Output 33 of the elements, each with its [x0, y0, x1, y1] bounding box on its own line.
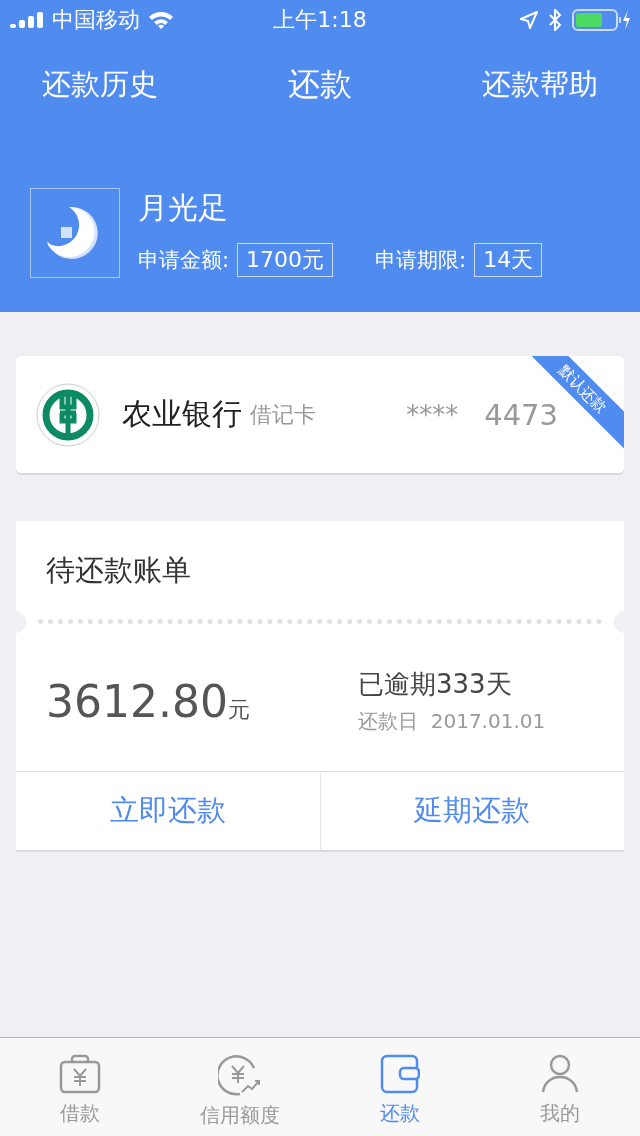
term-label: 申请期限: [375, 247, 467, 274]
amount-value: 1700元 [237, 243, 334, 277]
bank-logo [36, 382, 100, 447]
bluetooth-icon [548, 9, 562, 31]
bank-card[interactable]: 农业银行 借记卡 **** 4473 默认还款 [16, 356, 624, 473]
battery-icon [572, 8, 630, 32]
wifi-icon [148, 11, 174, 29]
bank-name: 农业银行 [122, 395, 242, 433]
yen-growth-icon [218, 1054, 262, 1096]
bill-amount: 3612.80元 [46, 675, 251, 727]
card-last-digits: 4473 [484, 397, 558, 432]
amount-label: 申请金额: [138, 247, 230, 274]
term-value: 14天 [474, 243, 543, 277]
signal-icon [10, 12, 44, 28]
carrier-name: 中国移动 [52, 6, 140, 34]
tab-item[interactable]: 我的 [480, 1038, 640, 1136]
page-title: 还款 [288, 64, 352, 105]
clock-time: 上午1:18 [273, 6, 367, 34]
bill-title: 待还款账单 [45, 552, 192, 589]
history-link[interactable]: 还款历史 [42, 65, 158, 105]
help-link[interactable]: 还款帮助 [482, 65, 598, 105]
card-mask: **** [406, 399, 459, 430]
tab-item[interactable]: 借款 [0, 1038, 160, 1136]
product-name: 月光足 [138, 189, 229, 227]
wallet-bag-icon [59, 1054, 101, 1094]
wallet-icon [380, 1054, 420, 1094]
card-type: 借记卡 [250, 400, 316, 429]
person-icon [540, 1054, 580, 1094]
tab-item[interactable]: 还款 [320, 1038, 480, 1136]
location-arrow-icon [520, 11, 538, 29]
due-date: 还款日 2017.01.01 [358, 708, 547, 735]
tab-item[interactable]: 信用额度 [160, 1038, 320, 1136]
overdue-text: 已逾期333天 [358, 668, 513, 701]
